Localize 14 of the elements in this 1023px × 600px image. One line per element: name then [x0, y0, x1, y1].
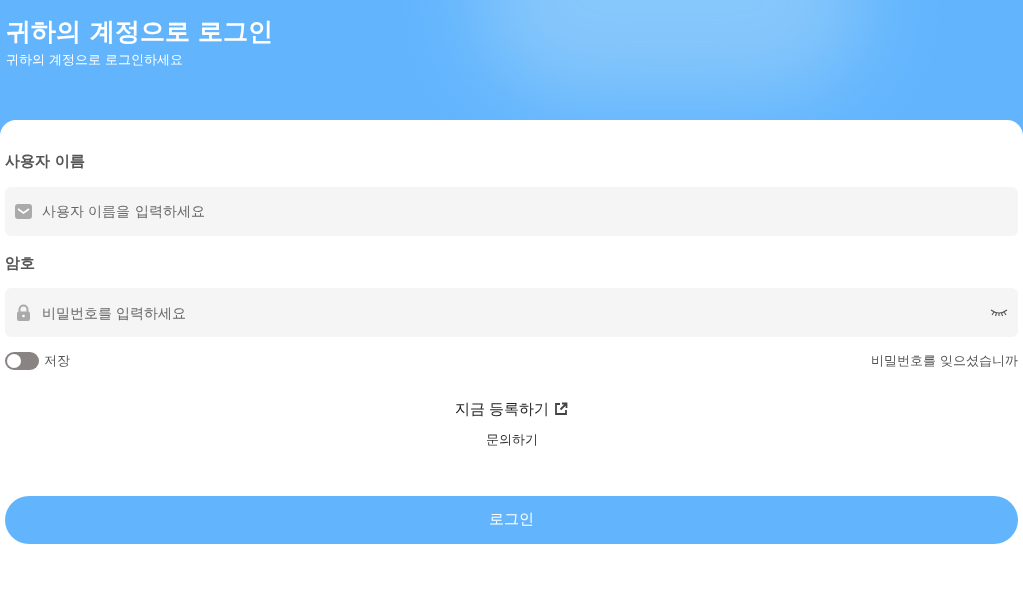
password-field[interactable]: 비밀번호를 입력하세요	[5, 288, 1018, 337]
page-subtitle: 귀하의 계정으로 로그인하세요	[6, 51, 184, 70]
contact-link[interactable]: 문의하기	[485, 430, 538, 450]
field-label: 암호	[5, 252, 35, 274]
closed-eye-icon[interactable]	[990, 309, 1008, 317]
remember-toggle[interactable]	[5, 351, 39, 370]
page-title: 귀하의 계정으로 로그인	[6, 16, 274, 48]
field-label: 사용자 이름	[5, 151, 86, 172]
forgot-password-link[interactable]: 비밀번호를 잊으셨습니까	[870, 351, 1018, 371]
username-field[interactable]: 사용자 이름을 입력하세요	[5, 186, 1018, 236]
lock-icon	[15, 304, 32, 321]
external-link-icon	[554, 401, 569, 416]
remember-label: 저장	[44, 352, 70, 370]
register-link[interactable]: 지금 등록하기	[454, 397, 550, 420]
